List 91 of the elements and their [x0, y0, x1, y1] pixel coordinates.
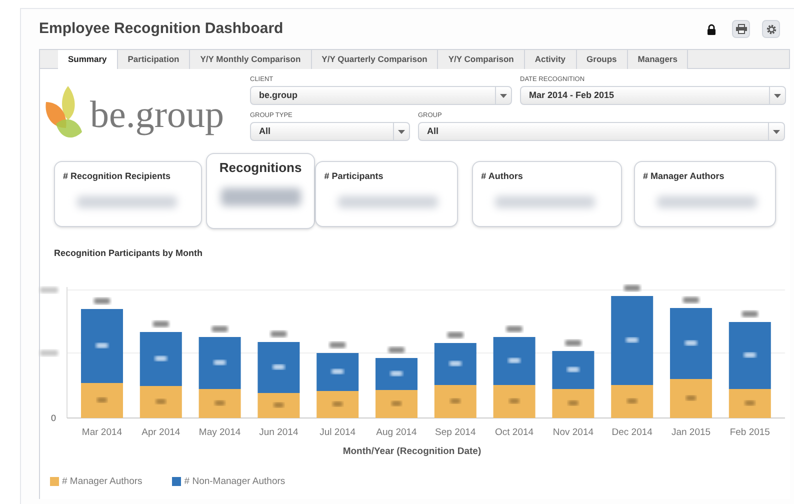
tab[interactable]: Y/Y Comparison [438, 50, 525, 69]
dropdown[interactable]: All [418, 122, 785, 141]
window-title: Employee Recognition Dashboard [39, 18, 284, 39]
blurred-label [508, 358, 520, 362]
blurred-label [332, 401, 343, 406]
axis-label: Jul 2014 [320, 426, 356, 438]
dropdown[interactable]: be.group [250, 86, 512, 105]
blurred-label [152, 320, 169, 326]
blurred-label [506, 326, 522, 332]
blurred-label [388, 346, 404, 352]
blurred-label [392, 400, 402, 406]
tab[interactable]: Participation [118, 50, 190, 69]
blurred-label [450, 398, 460, 403]
blurred-label [744, 352, 756, 357]
tab[interactable]: Summary [58, 50, 118, 69]
blurred-label [97, 397, 107, 402]
bar-segment [552, 388, 594, 418]
blurred-label [272, 364, 285, 369]
blurred-label [212, 326, 228, 332]
axis-label: Mar 2014 [82, 426, 122, 438]
blurred-label [274, 402, 284, 407]
blurred-label [565, 340, 582, 346]
blurred-label [40, 350, 58, 356]
axis-label: May 2014 [198, 426, 241, 438]
bar-segment [376, 390, 418, 418]
blurred-label [330, 342, 346, 348]
caret-icon [774, 94, 781, 98]
tab[interactable]: Y/Y Quarterly Comparison [312, 50, 438, 69]
blurred-label [94, 298, 110, 304]
bar-segment [552, 350, 594, 388]
blurred-label [685, 340, 697, 345]
blurred-label [40, 286, 58, 292]
metric-label: # Authors [481, 170, 523, 183]
blurred-label [627, 398, 638, 403]
tab[interactable]: Managers [628, 50, 688, 69]
axis-label: Jan 2015 [671, 426, 711, 438]
blurred-label [742, 310, 758, 316]
blurred-label [567, 366, 580, 372]
blurred-label [390, 370, 402, 376]
blurred-label [332, 368, 344, 374]
bar-segment [434, 342, 476, 384]
axis-label: Dec 2014 [612, 426, 652, 438]
settings-button[interactable] [762, 20, 780, 38]
bar-segment [376, 358, 418, 390]
axis-label: Aug 2014 [376, 426, 417, 438]
caret-icon [500, 94, 507, 98]
axis-title: Month/Year (Recognition Date) [342, 446, 482, 456]
blurred-label [154, 356, 167, 360]
blurred-label [509, 398, 520, 403]
blurred-label [683, 296, 699, 302]
caret-icon [773, 130, 780, 134]
blurred-label [214, 400, 225, 405]
metric-label: # Participants [324, 170, 384, 183]
axis-label: Feb 2015 [730, 426, 770, 438]
metric-label: # Recognition Recipients [63, 170, 171, 183]
blurred-label [447, 332, 464, 338]
blurred-label [449, 360, 462, 366]
blurred-label [96, 342, 108, 348]
tab[interactable]: Y/Y Monthly Comparison [190, 50, 312, 69]
blurred-label [270, 330, 287, 336]
axis-label: Oct 2014 [495, 426, 534, 438]
blurred-label [744, 400, 755, 405]
blurred-label [568, 400, 578, 405]
chart-title: Recognition Participants by Month [54, 247, 203, 260]
settings-icon [766, 24, 776, 34]
blurred-label [624, 284, 640, 290]
blurred-label [214, 360, 226, 364]
dropdown[interactable]: All [250, 122, 410, 141]
bar-segment [316, 390, 359, 418]
blurred-label [156, 398, 166, 404]
axis-tick: 0 [50, 412, 56, 422]
print-button[interactable] [732, 20, 750, 38]
blurred-label [626, 337, 638, 342]
axis-label: Sep 2014 [435, 426, 476, 438]
bar-segment [316, 352, 359, 390]
legend-label: # Non-Manager Authors [184, 474, 286, 488]
logo-text: be.group [90, 96, 224, 134]
metric-label: Recognitions [219, 159, 302, 177]
tab[interactable]: Groups [576, 50, 628, 69]
dropdown[interactable]: Mar 2014 - Feb 2015 [520, 86, 786, 105]
lock-icon[interactable] [707, 24, 716, 34]
caret-icon [398, 130, 405, 134]
bar-segment [434, 384, 476, 418]
metric-label: # Manager Authors [643, 170, 724, 183]
axis-label: Nov 2014 [552, 426, 594, 438]
legend-label: # Manager Authors [62, 474, 142, 488]
tab[interactable]: Activity [524, 50, 577, 69]
printer-icon [736, 24, 746, 34]
blurred-label [686, 395, 696, 400]
axis-label: Apr 2014 [142, 426, 180, 438]
axis-label: Jun 2014 [259, 426, 298, 438]
